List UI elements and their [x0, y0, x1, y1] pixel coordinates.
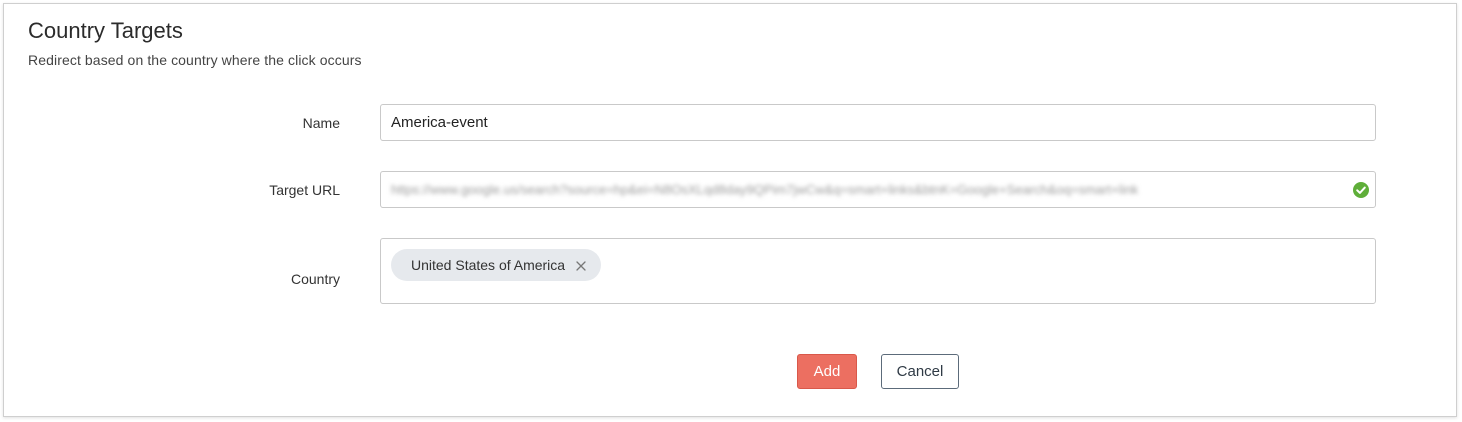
country-targets-panel: Country Targets Redirect based on the co… [3, 3, 1457, 417]
page-subtitle: Redirect based on the country where the … [28, 52, 362, 68]
target-url-label: Target URL [269, 182, 340, 198]
target-url-value: https://www.google.us/search?source=hp&e… [391, 182, 1139, 197]
target-url-input[interactable]: https://www.google.us/search?source=hp&e… [380, 171, 1376, 208]
close-icon[interactable] [575, 259, 587, 271]
check-circle-icon [1353, 182, 1369, 198]
page-title: Country Targets [28, 18, 183, 43]
add-button[interactable]: Add [797, 354, 857, 389]
name-label: Name [302, 115, 340, 131]
country-chip-label: United States of America [411, 257, 566, 273]
country-label: Country [290, 271, 340, 287]
name-input[interactable]: America-event [380, 104, 1376, 141]
country-chip: United States of America [391, 249, 602, 281]
country-multiselect[interactable]: United States of America [380, 238, 1376, 304]
cancel-button[interactable]: Cancel [881, 354, 959, 389]
